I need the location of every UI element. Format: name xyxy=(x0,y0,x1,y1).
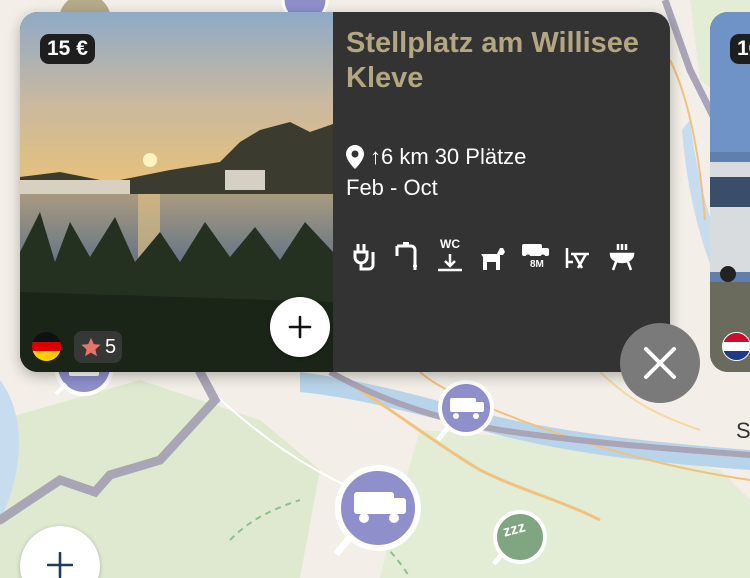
water-tap-icon xyxy=(393,240,421,272)
spots-count: 30 Plätze xyxy=(434,144,527,169)
vehicle-length-8m-icon: 8M xyxy=(522,240,550,272)
price-badge: 16 xyxy=(730,34,750,64)
dogs-allowed-icon xyxy=(479,240,507,272)
germany-flag xyxy=(32,332,61,361)
wc-label: WC xyxy=(440,237,460,251)
tables-chairs-icon xyxy=(565,240,593,272)
season: Feb - Oct xyxy=(346,175,438,200)
plus-icon xyxy=(288,315,312,339)
wc-disposal-icon: WC xyxy=(436,237,464,272)
price-badge: 15 € xyxy=(40,34,95,64)
barbecue-icon xyxy=(608,240,636,272)
distance-row: ↑ 6 km 30 Plätze xyxy=(346,145,526,169)
next-place-card[interactable]: 16 xyxy=(710,12,750,372)
netherlands-flag xyxy=(722,332,750,361)
place-photo xyxy=(710,12,750,372)
rating-badge: 5 xyxy=(74,331,123,363)
amenities-row: WC 8M xyxy=(350,237,636,272)
add-to-favorites-button[interactable] xyxy=(270,297,330,357)
location-pin-icon xyxy=(346,145,364,169)
electricity-icon xyxy=(350,240,378,272)
close-icon xyxy=(644,347,676,379)
star-icon xyxy=(81,337,101,357)
map-label: S xyxy=(736,418,750,443)
rating-value: 5 xyxy=(105,336,117,358)
place-title[interactable]: Stellplatz am Willisee Kleve xyxy=(346,26,661,96)
distance-arrow-icon: ↑ xyxy=(370,144,381,169)
distance-value: 6 km xyxy=(381,144,429,169)
plus-icon xyxy=(47,552,73,578)
place-card[interactable]: 15 € 5 Stellplatz am Willisee Kleve ↑ 6 … xyxy=(20,12,670,372)
close-button[interactable] xyxy=(620,323,700,403)
length-label: 8M xyxy=(530,259,544,270)
